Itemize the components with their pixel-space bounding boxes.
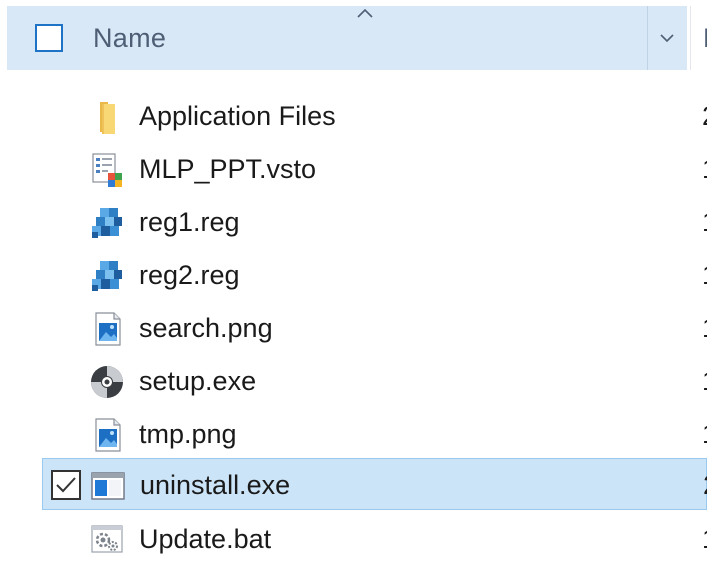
file-name: tmp.png [139, 419, 237, 449]
file-row-uninstall-exe[interactable]: uninstall.exe 2 [42, 458, 707, 510]
file-date-truncated: 1 [702, 417, 707, 451]
folder-icon [100, 102, 115, 134]
file-name: MLP_PPT.vsto [139, 154, 317, 184]
next-column-header[interactable]: D [687, 6, 707, 70]
file-date-truncated: 1 [702, 364, 707, 398]
name-column-header[interactable]: Name [93, 20, 166, 56]
checkmark-icon [56, 477, 76, 493]
setup-disc-icon [91, 366, 123, 398]
file-name: Update.bat [139, 524, 272, 554]
file-row-search-png[interactable]: search.png 1 [42, 302, 707, 354]
next-column-label: D [703, 20, 707, 56]
image-file-icon [95, 312, 121, 346]
file-row-reg2[interactable]: reg2.reg 1 [42, 249, 707, 301]
file-row-tmp-png[interactable]: tmp.png 1 [42, 408, 707, 460]
file-row-application-files[interactable]: Application Files 2 [42, 90, 707, 142]
column-filter-dropdown[interactable] [648, 6, 687, 70]
application-window-icon [91, 472, 125, 500]
select-all-checkbox[interactable] [35, 24, 63, 52]
vsto-manifest-icon [92, 153, 122, 187]
file-date-truncated: 1 [702, 311, 707, 345]
sort-ascending-icon[interactable] [353, 6, 377, 22]
row-checkbox[interactable] [51, 470, 81, 500]
file-name: reg1.reg [139, 207, 240, 237]
file-name: setup.exe [139, 366, 257, 396]
chevron-down-icon [660, 34, 674, 43]
file-row-setup-exe[interactable]: setup.exe 1 [42, 355, 707, 407]
file-name: reg2.reg [139, 260, 240, 290]
file-name: uninstall.exe [140, 470, 291, 500]
file-row-update-bat[interactable]: Update.bat 1 [42, 513, 707, 565]
file-date-truncated: 1 [702, 152, 707, 186]
file-name: search.png [139, 313, 273, 343]
registry-file-icon [92, 261, 122, 291]
file-date-truncated: 2 [703, 468, 707, 502]
file-name: Application Files [139, 101, 336, 131]
column-divider[interactable] [690, 6, 691, 70]
file-row-reg1[interactable]: reg1.reg 1 [42, 196, 707, 248]
file-row-mlp-ppt-vsto[interactable]: MLP_PPT.vsto 1 [42, 143, 707, 195]
column-header: Name [7, 6, 687, 70]
image-file-icon [95, 418, 121, 452]
registry-file-icon [92, 208, 122, 238]
batch-file-gear-icon [91, 525, 123, 553]
file-explorer-list: Name D Application Files 2 [0, 0, 707, 574]
file-date-truncated: 1 [702, 258, 707, 292]
file-date-truncated: 1 [702, 522, 707, 556]
file-date-truncated: 2 [702, 99, 707, 133]
file-date-truncated: 1 [702, 205, 707, 239]
